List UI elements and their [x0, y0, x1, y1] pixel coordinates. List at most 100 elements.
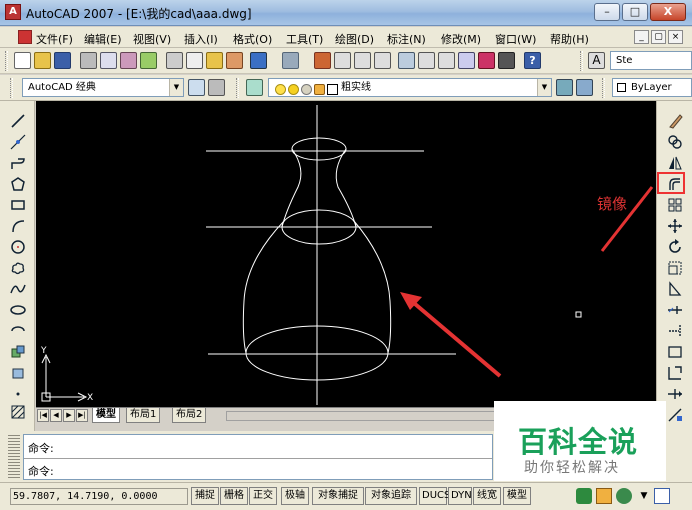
command-history[interactable]: 命令: 命令:	[23, 434, 493, 480]
tab-last-button[interactable]: ▶|	[76, 409, 88, 422]
copy-object-icon[interactable]	[667, 134, 683, 150]
tab-layout1[interactable]: 布局1	[126, 408, 161, 423]
menu-draw[interactable]: 绘图(D)	[335, 31, 374, 47]
status-tray-icon[interactable]	[616, 488, 632, 504]
pan-icon[interactable]	[314, 52, 331, 69]
toolbar-grip-5[interactable]	[602, 78, 605, 98]
command-prompt[interactable]: 命令:	[28, 463, 54, 479]
properties-icon[interactable]	[398, 52, 415, 69]
text-style-combo[interactable]: Ste	[610, 51, 692, 70]
tab-prev-button[interactable]: ◀	[50, 409, 62, 422]
print-icon[interactable]	[80, 52, 97, 69]
color-control-select[interactable]: ByLayer	[612, 78, 692, 97]
zoom-window-icon[interactable]	[354, 52, 371, 69]
lineweight-toggle[interactable]: 线宽	[473, 487, 501, 505]
model-space-toggle[interactable]: 模型	[503, 487, 531, 505]
point-icon[interactable]	[10, 386, 26, 402]
text-style-icon[interactable]: A	[588, 52, 605, 69]
toolbar-grip[interactable]	[5, 51, 8, 71]
preview-icon[interactable]	[100, 52, 117, 69]
zoom-previous-icon[interactable]	[374, 52, 391, 69]
match-prop-icon[interactable]	[226, 52, 243, 69]
polygon-icon[interactable]	[10, 176, 26, 192]
revision-cloud-icon[interactable]	[10, 260, 26, 276]
plot-icon[interactable]	[140, 52, 157, 69]
communication-center-icon[interactable]	[576, 488, 592, 504]
menu-file[interactable]: 文件(F)	[36, 31, 73, 47]
line-icon[interactable]	[10, 113, 26, 129]
doc-close-button[interactable]: ×	[668, 30, 683, 44]
mirror-icon[interactable]	[667, 155, 683, 171]
publish-icon[interactable]	[120, 52, 137, 69]
command-grip[interactable]	[8, 435, 20, 479]
dyn-toggle[interactable]: DYN	[448, 487, 472, 505]
menu-tools[interactable]: 工具(T)	[286, 31, 323, 47]
tab-model[interactable]: 模型	[92, 408, 120, 423]
doc-restore-button[interactable]: ▢	[651, 30, 666, 44]
ellipse-arc-icon[interactable]	[10, 323, 26, 339]
otrack-toggle[interactable]: 对象追踪	[365, 487, 417, 505]
clean-screen-icon[interactable]	[654, 488, 670, 504]
hatch-icon[interactable]	[10, 404, 26, 420]
explode-icon[interactable]	[667, 407, 683, 423]
construction-line-icon[interactable]	[10, 134, 26, 150]
close-button[interactable]: X	[650, 3, 686, 21]
rectangle-icon[interactable]	[10, 197, 26, 213]
menu-window[interactable]: 窗口(W)	[495, 31, 536, 47]
snap-toggle[interactable]: 捕捉	[191, 487, 219, 505]
document-icon[interactable]	[18, 30, 32, 44]
zoom-realtime-icon[interactable]	[334, 52, 351, 69]
menu-dimension[interactable]: 标注(N)	[387, 31, 426, 47]
coordinate-readout[interactable]: 59.7807, 14.7190, 0.0000	[10, 488, 188, 505]
new-icon[interactable]	[14, 52, 31, 69]
array-icon[interactable]	[667, 197, 683, 213]
rotate-icon[interactable]	[667, 239, 683, 255]
layer-select[interactable]: 粗实线 ▼	[268, 78, 552, 97]
tab-next-button[interactable]: ▶	[63, 409, 75, 422]
drawing-canvas[interactable]: Y X	[36, 101, 656, 407]
workspace-settings-icon[interactable]	[188, 79, 205, 96]
design-center-icon[interactable]	[418, 52, 435, 69]
ortho-toggle[interactable]: 正交	[249, 487, 277, 505]
sheet-set-icon[interactable]	[458, 52, 475, 69]
make-block-icon[interactable]	[10, 365, 26, 381]
undo-icon[interactable]	[250, 52, 267, 69]
maximize-button[interactable]: □	[622, 3, 648, 21]
calculator-icon[interactable]	[498, 52, 515, 69]
join-icon[interactable]	[667, 365, 683, 381]
cut-icon[interactable]	[166, 52, 183, 69]
redo-icon[interactable]	[282, 52, 299, 69]
insert-block-icon[interactable]	[10, 344, 26, 360]
arc-icon[interactable]	[10, 218, 26, 234]
chevron-down-icon[interactable]: ▼	[169, 79, 183, 96]
chevron-down-icon[interactable]: ▼	[537, 79, 551, 96]
open-icon[interactable]	[34, 52, 51, 69]
polyline-icon[interactable]	[10, 155, 26, 171]
break-icon[interactable]	[667, 344, 683, 360]
save-icon[interactable]	[54, 52, 71, 69]
spline-icon[interactable]	[10, 281, 26, 297]
tab-first-button[interactable]: |◀	[37, 409, 49, 422]
menu-format[interactable]: 格式(O)	[233, 31, 272, 47]
lock-icon[interactable]	[596, 488, 612, 504]
chamfer-icon[interactable]	[667, 386, 683, 402]
workspace-save-icon[interactable]	[208, 79, 225, 96]
workspace-select[interactable]: AutoCAD 经典 ▼	[22, 78, 184, 97]
chevron-down-icon[interactable]: ▼	[636, 488, 652, 504]
layer-previous-icon[interactable]	[576, 79, 593, 96]
ducs-toggle[interactable]: DUCS	[419, 487, 450, 505]
toolbar-grip-4[interactable]	[236, 78, 239, 98]
menu-view[interactable]: 视图(V)	[133, 31, 171, 47]
move-icon[interactable]	[667, 218, 683, 234]
autocad-app-icon[interactable]: A	[5, 4, 21, 20]
make-layer-current-icon[interactable]	[556, 79, 573, 96]
tab-layout2[interactable]: 布局2	[172, 408, 207, 423]
tool-palettes-icon[interactable]	[438, 52, 455, 69]
polar-toggle[interactable]: 极轴	[281, 487, 309, 505]
menu-modify[interactable]: 修改(M)	[441, 31, 481, 47]
trim-icon[interactable]	[667, 302, 683, 318]
osnap-toggle[interactable]: 对象捕捉	[312, 487, 364, 505]
grid-toggle[interactable]: 栅格	[220, 487, 248, 505]
layer-manager-icon[interactable]	[246, 79, 263, 96]
scale-icon[interactable]	[667, 260, 683, 276]
